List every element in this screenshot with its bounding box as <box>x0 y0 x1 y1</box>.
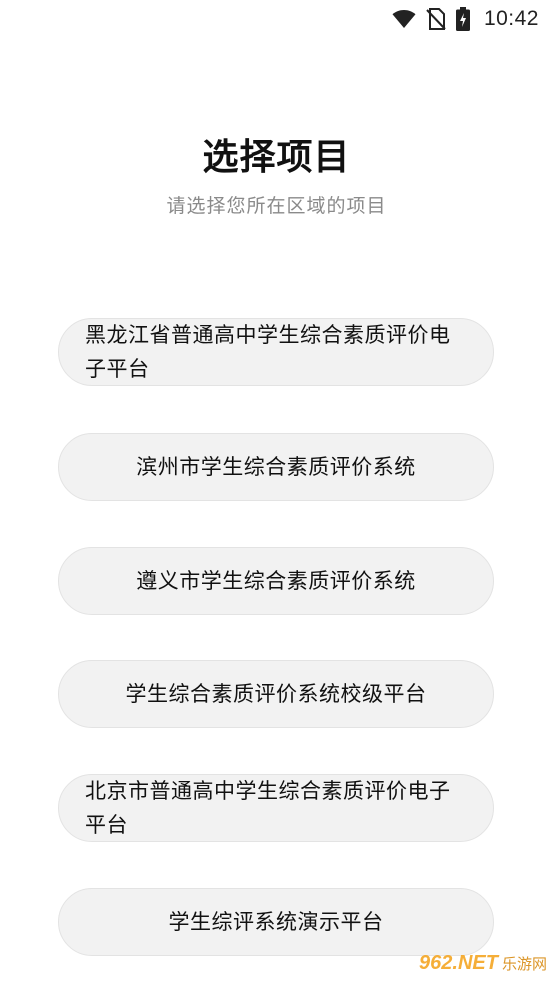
project-label: 遵义市学生综合素质评价系统 <box>136 569 416 593</box>
watermark-text: 962.NET <box>419 952 498 974</box>
status-icons: 10:42 <box>392 6 539 32</box>
battery-charging-icon <box>455 7 470 31</box>
project-item-demo[interactable]: 学生综评系统演示平台 <box>58 888 494 956</box>
watermark-logo: 962.NET 乐游网 <box>419 952 547 975</box>
project-label: 学生综评系统演示平台 <box>168 910 384 934</box>
project-item-zunyi[interactable]: 遵义市学生综合素质评价系统 <box>58 547 494 615</box>
project-item-heilongjiang[interactable]: 黑龙江省普通高中学生综合素质评价电子平台 <box>58 318 494 386</box>
project-item-school-level[interactable]: 学生综合素质评价系统校级平台 <box>58 660 494 728</box>
no-sim-icon <box>426 8 446 30</box>
project-label: 滨州市学生综合素质评价系统 <box>136 455 416 479</box>
status-time: 10:42 <box>483 7 539 30</box>
project-item-binzhou[interactable]: 滨州市学生综合素质评价系统 <box>58 433 494 501</box>
project-label: 北京市普通高中学生综合素质评价电子平台 <box>85 779 451 837</box>
page-title: 选择项目 <box>202 137 351 178</box>
wifi-icon <box>392 9 416 29</box>
watermark-sub: 乐游网 <box>501 955 547 973</box>
page-subtitle: 请选择您所在区域的项目 <box>166 195 387 217</box>
status-bar: 10:42 <box>0 0 553 40</box>
project-label: 学生综合素质评价系统校级平台 <box>125 682 427 706</box>
project-label: 黑龙江省普通高中学生综合素质评价电子平台 <box>85 323 451 381</box>
project-item-beijing[interactable]: 北京市普通高中学生综合素质评价电子平台 <box>58 774 494 842</box>
